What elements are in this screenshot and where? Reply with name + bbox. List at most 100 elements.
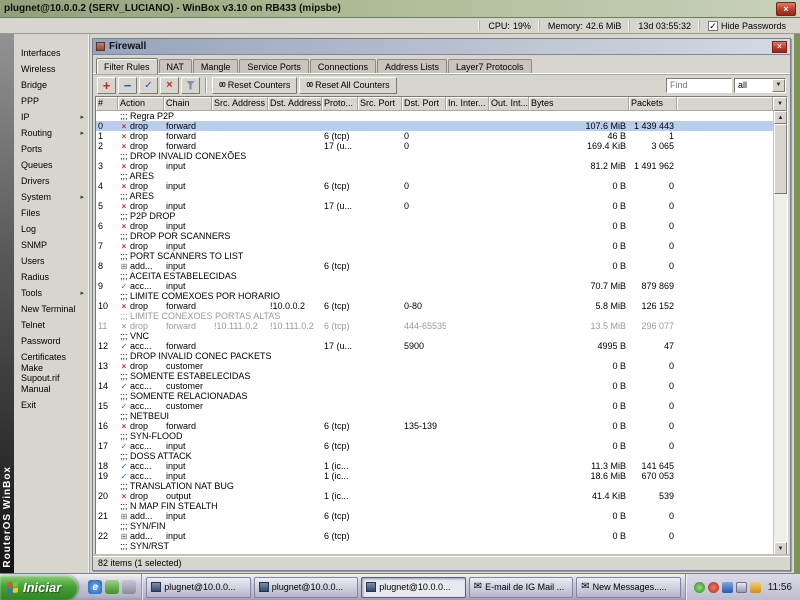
rule-row-17[interactable]: 17 ✓ acc... input 6 (tcp) 0 B0: [96, 441, 773, 451]
comment-row[interactable]: ;;; SOMENTE RELACIONADAS: [96, 391, 773, 401]
sidebar-item-log[interactable]: Log: [14, 221, 89, 237]
comment-row[interactable]: ;;; N MAP FIN STEALTH: [96, 501, 773, 511]
sidebar-item-files[interactable]: Files: [14, 205, 89, 221]
tab-filter-rules[interactable]: Filter Rules: [96, 58, 158, 74]
rule-row-12[interactable]: 12 ✓ acc... forward 17 (u... 5900 4995 B 47: [96, 341, 773, 351]
rule-row-18[interactable]: 18 ✓ acc... input 1 (ic... 11.3 MiB 141 645: [96, 461, 773, 471]
sidebar-item-ip[interactable]: IP ▸: [14, 109, 89, 125]
task-button-3[interactable]: plugnet@10.0.0...: [361, 576, 466, 598]
rule-row-11[interactable]: 11 × drop forward !10.111.0.2 !10.111.0.2 6 (t…: [96, 321, 773, 331]
reset-all-counters-button[interactable]: 00 Reset All Counters: [299, 76, 397, 94]
comment-row[interactable]: ;;; DROP INVALID CONEC PACKETS: [96, 351, 773, 361]
sidebar-item-exit[interactable]: Exit: [14, 397, 89, 413]
reset-counters-button[interactable]: 00 Reset Counters: [212, 76, 298, 94]
column-header-packets[interactable]: Packets: [629, 97, 677, 111]
rule-row-0[interactable]: 0 × drop forward 107.6 MiB 1 439 443: [96, 121, 773, 131]
remove-rule-button[interactable]: −: [118, 76, 137, 94]
sidebar-item-drivers[interactable]: Drivers: [14, 173, 89, 189]
tray-icon-3[interactable]: [721, 581, 733, 593]
tab-connections[interactable]: Connections: [309, 59, 376, 73]
task-button-1[interactable]: plugnet@10.0.0...: [146, 576, 251, 598]
rule-row-1[interactable]: 1 × drop forward 6 (tcp) 0 46 B1: [96, 131, 773, 141]
rule-row-13[interactable]: 13 × drop customer 0 B0: [96, 361, 773, 371]
comment-row[interactable]: ;;; PORT SCANNERS TO LIST: [96, 251, 773, 261]
column-header-action[interactable]: Action: [118, 97, 164, 111]
rule-row-14[interactable]: 14 ✓ acc... customer 0 B0: [96, 381, 773, 391]
column-header-src-port[interactable]: Src. Port: [358, 97, 402, 111]
tray-icon-5[interactable]: [749, 581, 761, 593]
sidebar-item-manual[interactable]: Manual: [14, 381, 89, 397]
rule-row-10[interactable]: 10 × drop forward !10.0.0.2 6 (tcp) 0-80 5.8 Mi…: [96, 301, 773, 311]
sidebar-item-tools[interactable]: Tools ▸: [14, 285, 89, 301]
column-header-dst-port[interactable]: Dst. Port: [402, 97, 446, 111]
hide-passwords-checkbox[interactable]: ✓: [707, 20, 718, 31]
sidebar-item-queues[interactable]: Queues: [14, 157, 89, 173]
comment-row[interactable]: ;;; SYN-FLOOD: [96, 431, 773, 441]
sidebar-item-make-supout-rif[interactable]: Make Supout.rif: [14, 363, 89, 383]
firewall-close-button[interactable]: ×: [772, 40, 787, 53]
tab-layer7-protocols[interactable]: Layer7 Protocols: [448, 59, 532, 73]
column-header-src-address[interactable]: Src. Address: [212, 97, 268, 111]
rule-row-19[interactable]: 19 ✓ acc... input 1 (ic... 18.6 MiB 670 053: [96, 471, 773, 481]
column-header-[interactable]: #: [96, 97, 118, 111]
column-header-bytes[interactable]: Bytes: [529, 97, 629, 111]
comment-row[interactable]: ;;; SYN/FIN: [96, 521, 773, 531]
filter-dropdown[interactable]: all ▼: [734, 77, 786, 93]
comment-row[interactable]: ;;; ARES: [96, 191, 773, 201]
column-header-out-int[interactable]: Out. Int...: [489, 97, 529, 111]
sidebar-item-interfaces[interactable]: Interfaces: [14, 45, 89, 61]
comment-row[interactable]: ;;; TRANSLATION NAT BUG: [96, 481, 773, 491]
task-button-2[interactable]: plugnet@10.0.0...: [253, 576, 359, 598]
sidebar-item-new-terminal[interactable]: New Terminal: [14, 301, 89, 317]
comment-row[interactable]: ;;; DROP POR SCANNERS: [96, 231, 773, 241]
tray-icon-1[interactable]: [693, 581, 705, 593]
rule-row-15[interactable]: 15 ✓ acc... customer 0 B0: [96, 401, 773, 411]
enable-rule-button[interactable]: ✓: [139, 76, 158, 94]
comment-row[interactable]: ;;; LIMITE COMEXOES POR HORARIO: [96, 291, 773, 301]
tab-nat[interactable]: NAT: [158, 59, 192, 73]
sidebar-item-routing[interactable]: Routing ▸: [14, 125, 89, 141]
comment-row[interactable]: ;;; DOSS ATTACK: [96, 451, 773, 461]
comment-row[interactable]: ;;; SOMENTE ESTABELECIDAS: [96, 371, 773, 381]
sidebar-item-snmp[interactable]: SNMP: [14, 237, 89, 253]
comment-row[interactable]: ;;; LIMITE CONEXOES PORTAS ALTAS: [96, 311, 773, 321]
scrollbar-thumb[interactable]: [774, 124, 787, 194]
tray-icon-2[interactable]: [707, 581, 719, 593]
find-input[interactable]: [666, 77, 732, 93]
rule-row-5[interactable]: 5 × drop input 17 (u... 0 0 B0: [96, 201, 773, 211]
sidebar-item-bridge[interactable]: Bridge: [14, 77, 89, 93]
rule-row-21[interactable]: 21 ⊞ add... input 6 (tcp) 0 B0: [96, 511, 773, 521]
rule-row-4[interactable]: 4 × drop input 6 (tcp) 0 0 B0: [96, 181, 773, 191]
close-button[interactable]: ×: [776, 1, 796, 16]
scroll-up-icon[interactable]: ▲: [774, 111, 787, 124]
vertical-scrollbar[interactable]: ▲ ▼: [773, 111, 787, 555]
tray-icon-4[interactable]: [735, 581, 747, 593]
scrollbar-track[interactable]: [774, 194, 787, 542]
column-header-dst-address[interactable]: Dst. Address: [268, 97, 322, 111]
rule-row-3[interactable]: 3 × drop input 81.2 MiB 1 491 962: [96, 161, 773, 171]
comment-row[interactable]: ;;; ARES: [96, 171, 773, 181]
sidebar-item-radius[interactable]: Radius: [14, 269, 89, 285]
sidebar-item-ports[interactable]: Ports: [14, 141, 89, 157]
comment-row[interactable]: ;;; Regra P2P: [96, 111, 773, 121]
sidebar-item-wireless[interactable]: Wireless: [14, 61, 89, 77]
disable-rule-button[interactable]: ×: [160, 76, 179, 94]
comment-row[interactable]: ;;; ACEITA ESTABELECIDAS: [96, 271, 773, 281]
sidebar-item-system[interactable]: System ▸: [14, 189, 89, 205]
start-button[interactable]: Iniciar: [0, 574, 79, 600]
tab-service-ports[interactable]: Service Ports: [239, 59, 309, 73]
firewall-titlebar[interactable]: Firewall ×: [93, 39, 790, 55]
comment-row[interactable]: ;;; SYN/RST: [96, 541, 773, 551]
rule-row-20[interactable]: 20 × drop output 1 (ic... 41.4 KiB 539: [96, 491, 773, 501]
task-button-5[interactable]: ✉ New Messages.....: [576, 576, 681, 598]
rule-row-8[interactable]: 8 ⊞ add... input 6 (tcp) 0 B0: [96, 261, 773, 271]
rule-row-22[interactable]: 22 ⊞ add... input 6 (tcp) 0 B0: [96, 531, 773, 541]
rule-row-16[interactable]: 16 × drop forward 6 (tcp) 135-139 0 B0: [96, 421, 773, 431]
tab-address-lists[interactable]: Address Lists: [376, 59, 447, 73]
rule-row-2[interactable]: 2 × drop forward 17 (u... 0 169.4 KiB 3 065: [96, 141, 773, 151]
column-selector-button[interactable]: ▼: [773, 97, 787, 111]
scroll-down-icon[interactable]: ▼: [774, 542, 787, 555]
comment-row[interactable]: ;;; DROP INVALID CONEXÕES: [96, 151, 773, 161]
add-rule-button[interactable]: +: [97, 76, 116, 94]
comment-row[interactable]: ;;; P2P DROP: [96, 211, 773, 221]
